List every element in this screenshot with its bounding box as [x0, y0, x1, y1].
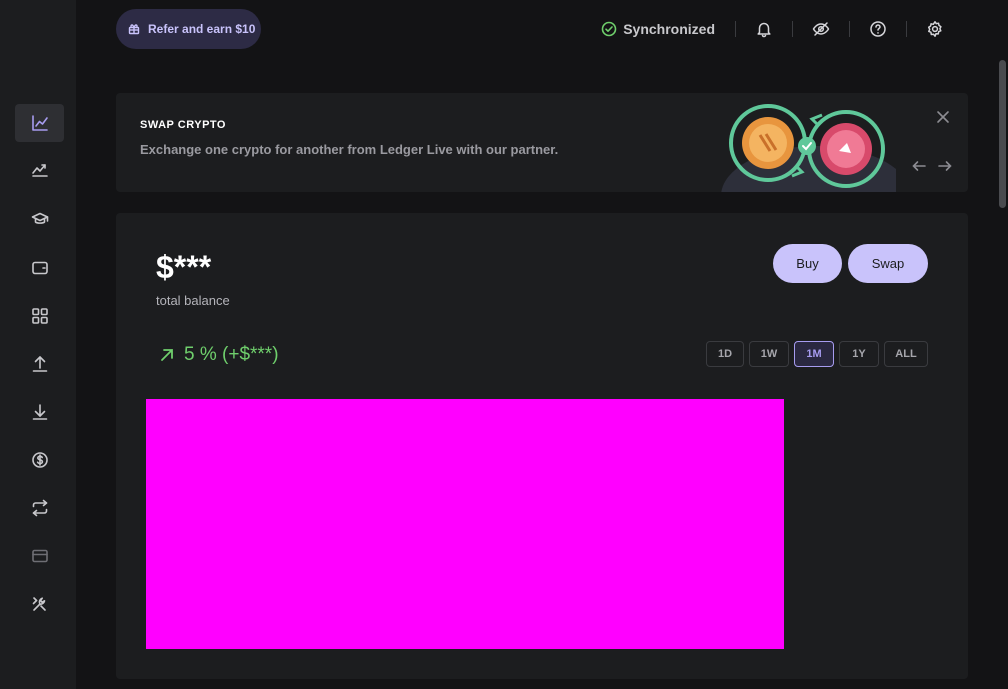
settings-button[interactable] [907, 20, 963, 38]
nav-receive[interactable] [15, 393, 64, 431]
total-balance-label: total balance [156, 293, 230, 308]
nav-accounts[interactable] [15, 249, 64, 287]
nav-card[interactable] [15, 537, 64, 575]
nav-swap[interactable] [15, 489, 64, 527]
gear-icon [927, 21, 942, 37]
download-icon [32, 404, 47, 420]
topbar-right: Synchronized [601, 0, 963, 58]
eye-off-icon [812, 22, 830, 36]
banner-next-button[interactable] [938, 159, 952, 173]
arrow-right-icon [938, 161, 952, 171]
swap-button[interactable]: Swap [848, 244, 928, 283]
sync-label: Synchronized [623, 21, 715, 37]
help-icon [870, 21, 886, 37]
range-1d[interactable]: 1D [706, 341, 744, 367]
sidebar [0, 0, 76, 689]
time-range-selector: 1D 1W 1M 1Y ALL [706, 341, 928, 367]
balance-change: 5 % (+$***) [160, 344, 279, 366]
hide-balance-button[interactable] [793, 20, 849, 38]
balance-chart-placeholder [146, 399, 784, 649]
nav-learn[interactable] [15, 200, 64, 238]
tools-icon [32, 597, 46, 611]
banner-close-button[interactable] [936, 110, 950, 124]
swap-icon [32, 499, 47, 517]
upload-icon [32, 356, 47, 372]
portfolio-card: $*** total balance Buy Swap 5 % (+$***) … [116, 213, 968, 679]
portfolio-actions: Buy Swap [773, 244, 928, 283]
check-circle-icon [601, 21, 617, 37]
balance-change-text: 5 % (+$***) [184, 344, 279, 365]
nav-discover[interactable] [15, 297, 64, 335]
range-1w[interactable]: 1W [749, 341, 789, 367]
nav-portfolio[interactable] [15, 104, 64, 142]
nav-send[interactable] [15, 345, 64, 383]
swap-illustration [721, 104, 896, 192]
grid-icon [31, 308, 48, 324]
wallet-icon [31, 261, 48, 275]
arrow-up-right-icon [161, 349, 173, 361]
close-icon [937, 111, 949, 123]
banner-prev-button[interactable] [912, 159, 926, 173]
banner-title: SWAP CRYPTO [140, 119, 226, 131]
sync-status[interactable]: Synchronized [601, 21, 735, 37]
refer-label: Refer and earn $10 [148, 22, 256, 36]
refer-earn-button[interactable]: Refer and earn $10 [116, 9, 261, 49]
range-1y[interactable]: 1Y [839, 341, 879, 367]
help-button[interactable] [850, 20, 906, 38]
nav-market[interactable] [15, 151, 64, 189]
nav-manager[interactable] [15, 585, 64, 623]
range-1m[interactable]: 1M [794, 341, 834, 367]
market-icon [31, 164, 48, 177]
notifications-button[interactable] [736, 20, 792, 38]
gift-icon [128, 24, 140, 35]
scrollbar[interactable] [999, 60, 1006, 208]
banner-description: Exchange one crypto for another from Led… [140, 142, 559, 157]
total-balance-value: $*** [156, 249, 212, 285]
dollar-icon [31, 452, 48, 468]
buy-button[interactable]: Buy [773, 244, 842, 283]
swap-crypto-banner[interactable]: SWAP CRYPTO Exchange one crypto for anot… [116, 93, 968, 192]
range-all[interactable]: ALL [884, 341, 928, 367]
bell-icon [757, 22, 771, 38]
portfolio-icon [31, 115, 48, 131]
arrow-left-icon [912, 161, 926, 171]
learn-icon [31, 212, 48, 224]
banner-pagination [912, 159, 952, 173]
card-icon [31, 549, 48, 563]
nav-earn[interactable] [15, 441, 64, 479]
